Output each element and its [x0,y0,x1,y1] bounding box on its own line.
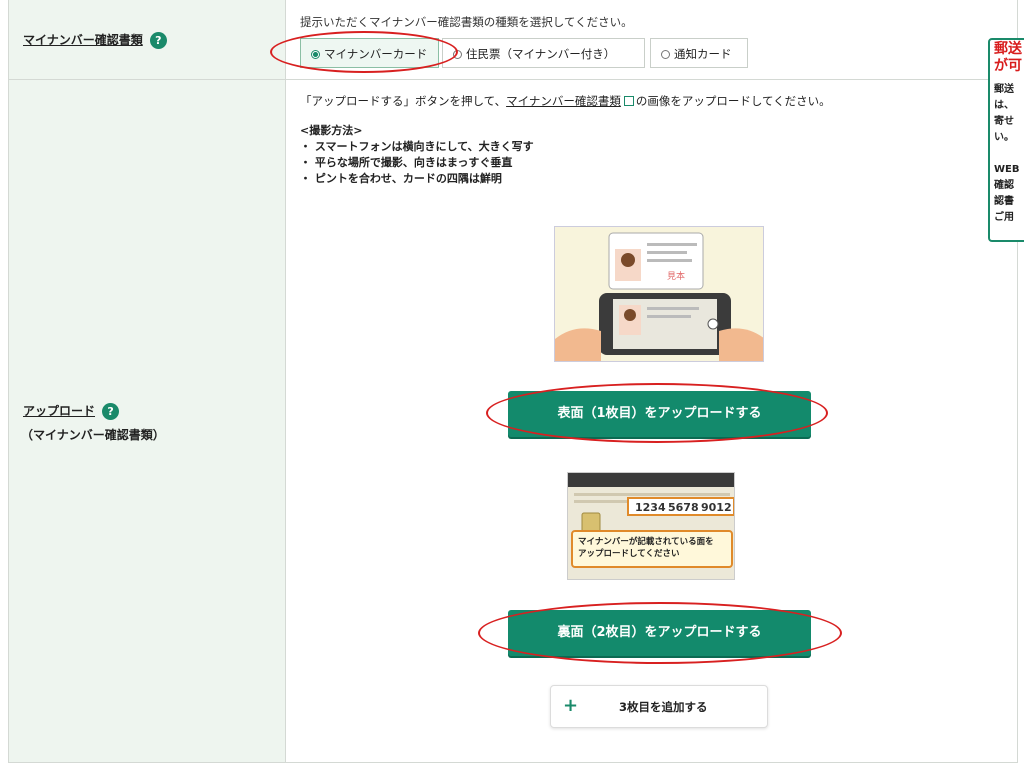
method-item: ・ 平らな場所で撮影、向きはまっすぐ垂直 [300,156,513,169]
front-photo-illustration: 見本 [554,226,764,362]
external-link-icon [623,96,634,106]
upload-front-button[interactable]: 表面（1枚目）をアップロードする [508,391,811,437]
svg-text:9012: 9012 [701,501,732,514]
row-mynumber-docs: マイナンバー確認書類? 提示いただくマイナンバー確認書類の種類を選択してください… [9,0,1017,80]
plus-icon: + [563,695,579,716]
upload-back-button[interactable]: 裏面（2枚目）をアップロードする [508,610,811,656]
radio-icon [453,50,462,59]
upload-intro: 「アップロードする」ボタンを押して、マイナンバー確認書類 の画像をアップロードして… [300,94,831,108]
docs-prompt: 提示いただくマイナンバー確認書類の種類を選択してください。 [300,15,633,29]
form-table: マイナンバー確認書類? 提示いただくマイナンバー確認書類の種類を選択してください… [8,0,1018,763]
mynumber-docs-link[interactable]: マイナンバー確認書類 [506,94,621,108]
method-item: ・ ピントを合わせ、カードの四隅は鮮明 [300,172,502,185]
method-item: ・ スマートフォンは横向きにして、大きく写す [300,140,534,153]
row-upload: アップロード? （マイナンバー確認書類） 「アップロードする」ボタンを押して、マ… [9,80,1017,762]
svg-text:見本: 見本 [667,270,685,282]
radio-notification-card[interactable]: 通知カード [650,38,748,68]
callout-line-2: アップロードしてください [578,548,680,559]
row-header-upload: アップロード? （マイナンバー確認書類） [9,80,286,762]
radio-selected-icon [311,50,320,59]
docs-label: マイナンバー確認書類? [23,31,167,49]
row-header-docs: マイナンバー確認書類? [9,0,286,79]
method-list: ・ スマートフォンは横向きにして、大きく写す ・ 平らな場所で撮影、向きはまっす… [300,139,534,187]
postal-notice-title: 郵送 が可 [994,41,1022,74]
row-content-upload: 「アップロードする」ボタンを押して、マイナンバー確認書類 の画像をアップロードして… [286,80,1017,762]
svg-text:5678: 5678 [668,501,699,514]
method-title: <撮影方法> [300,124,363,137]
svg-text:1234: 1234 [635,501,666,514]
callout-line-1: マイナンバーが記載されている面を [578,536,714,547]
add-third-button[interactable]: + 3枚目を追加する [550,685,768,728]
upload-label: アップロード? [23,402,120,420]
postal-notice-panel: 郵送 が可 郵送 は、 寄せ い。 WEB 確認 認書 ご用 [988,38,1024,242]
card-back-illustration: 1234 5678 9012 マイナンバーが記載されている面を アップロードして… [568,473,734,579]
radio-icon [661,50,670,59]
radio-mynumber-card[interactable]: マイナンバーカード [300,38,439,68]
upload-sublabel: （マイナンバー確認書類） [21,428,165,442]
row-content-docs: 提示いただくマイナンバー確認書類の種類を選択してください。 マイナンバーカード … [286,0,1017,79]
help-icon[interactable]: ? [149,32,167,49]
postal-notice-body: 郵送 は、 寄せ い。 WEB 確認 認書 ご用 [994,84,1020,223]
phone-camera-illustration: 見本 [555,227,763,361]
back-photo-illustration: 1234 5678 9012 マイナンバーが記載されている面を アップロードして… [567,472,735,580]
help-icon[interactable]: ? [102,403,120,420]
radio-resident-card[interactable]: 住民票（マイナンバー付き） [442,38,645,68]
